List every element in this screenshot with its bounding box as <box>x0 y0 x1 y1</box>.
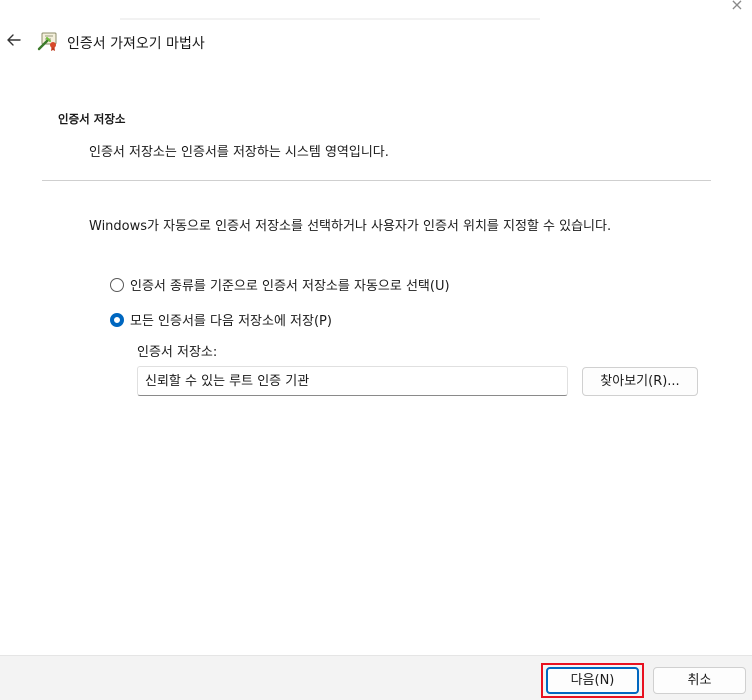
cancel-button[interactable]: 취소 <box>653 667 746 694</box>
section-description: 인증서 저장소는 인증서를 저장하는 시스템 영역입니다. <box>89 145 389 160</box>
certificate-store-field[interactable]: 신뢰할 수 있는 루트 인증 기관 <box>137 366 568 396</box>
section-title: 인증서 저장소 <box>58 112 126 126</box>
certificate-store-label: 인증서 저장소: <box>137 345 218 360</box>
radio-place-in-store[interactable]: 모든 인증서를 다음 저장소에 저장(P) <box>110 310 332 329</box>
title-bar-line <box>120 18 540 20</box>
close-icon: × <box>730 0 744 14</box>
radio-place-in-store-label: 모든 인증서를 다음 저장소에 저장(P) <box>130 314 332 329</box>
back-button[interactable] <box>5 31 23 49</box>
close-button[interactable]: × <box>722 0 752 14</box>
info-text: Windows가 자동으로 인증서 저장소를 선택하거나 사용자가 인증서 위치… <box>89 219 612 234</box>
wizard-title: 인증서 가져오기 마법사 <box>67 36 205 52</box>
certificate-wizard-icon <box>37 30 59 52</box>
radio-auto-select-label: 인증서 종류를 기준으로 인증서 저장소를 자동으로 선택(U) <box>130 279 450 294</box>
back-arrow-icon <box>7 34 21 46</box>
browse-button[interactable]: 찾아보기(R)... <box>582 367 698 396</box>
header-divider <box>42 180 711 181</box>
radio-unselected-icon <box>110 277 124 292</box>
next-button[interactable]: 다음(N) <box>546 667 639 694</box>
radio-auto-select-store[interactable]: 인증서 종류를 기준으로 인증서 저장소를 자동으로 선택(U) <box>110 275 450 294</box>
radio-selected-icon <box>110 312 124 327</box>
